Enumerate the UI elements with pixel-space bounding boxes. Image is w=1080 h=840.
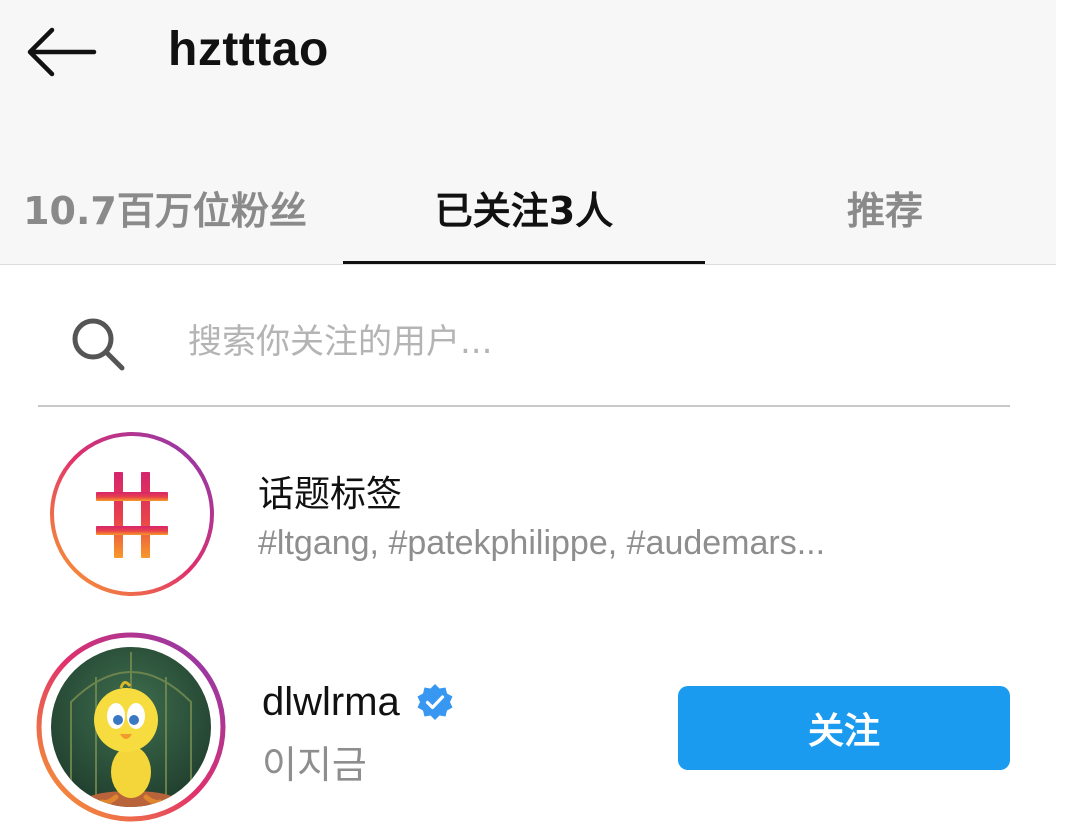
follow-button[interactable]: 关注 bbox=[678, 686, 1010, 770]
hashtag-list-item[interactable]: 话题标签 #ltgang, #patekphilippe, #audemars.… bbox=[0, 420, 1056, 610]
tab-suggested[interactable]: 推荐 bbox=[720, 150, 1050, 265]
hashtag-icon bbox=[50, 432, 214, 596]
tab-bar: 10.7百万位粉丝 已关注3人 推荐 bbox=[0, 150, 1056, 265]
header-divider bbox=[0, 264, 1056, 265]
hashtag-title: 话题标签 bbox=[258, 474, 403, 515]
display-name: 이지금 bbox=[262, 743, 367, 787]
following-screen: hztttao 10.7百万位粉丝 已关注3人 推荐 搜索你关注的用户... 话… bbox=[0, 0, 1080, 840]
user-list-item: dlwlrma 이지금 关注 bbox=[0, 630, 1056, 840]
username: dlwlrma bbox=[262, 680, 400, 724]
page-title: hztttao bbox=[168, 23, 329, 76]
hashtag-subtitle: #ltgang, #patekphilippe, #audemars... bbox=[258, 524, 826, 562]
search-input[interactable] bbox=[188, 312, 988, 372]
back-button[interactable] bbox=[22, 22, 98, 82]
tab-following[interactable]: 已关注3人 bbox=[343, 150, 705, 265]
username-link[interactable]: dlwlrma bbox=[262, 680, 456, 725]
arrow-left-icon bbox=[27, 27, 97, 77]
avatar[interactable] bbox=[36, 632, 226, 822]
verified-badge-icon bbox=[417, 683, 453, 720]
search-icon bbox=[72, 318, 125, 371]
tab-followers[interactable]: 10.7百万位粉丝 bbox=[0, 150, 330, 265]
top-bar: hztttao 10.7百万位粉丝 已关注3人 推荐 bbox=[0, 0, 1056, 265]
search-divider bbox=[38, 405, 1010, 407]
search-bar bbox=[38, 290, 1010, 407]
